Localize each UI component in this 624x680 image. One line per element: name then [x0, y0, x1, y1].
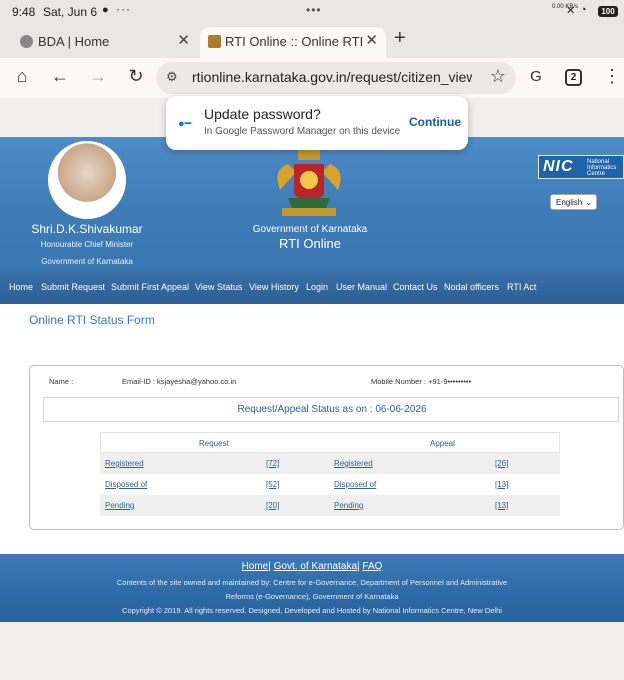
footer-copyright: Copyright © 2019. All rights reserved. D…	[122, 606, 502, 615]
tab-strip: BDA | Home ✕ RTI Online :: Online RTI In…	[0, 24, 624, 58]
appeal-registered-link[interactable]: Registered	[334, 459, 373, 468]
appeal-pending-link[interactable]: Pending	[334, 501, 363, 510]
system-status-bar: 9:48 Sat, Jun 6 ● ··· ••• 0.00 KB/s ✕ ◔ …	[0, 0, 624, 24]
continue-button[interactable]: Continue	[409, 115, 461, 129]
key-icon: ●━	[178, 118, 192, 130]
footer-link-govt[interactable]: Govt. of Karnataka	[274, 561, 357, 572]
request-pending-count[interactable]: [20]	[266, 501, 279, 510]
request-pending-link[interactable]: Pending	[105, 501, 134, 510]
chevron-down-icon: ⌄	[585, 198, 592, 207]
bda-favicon-icon	[20, 35, 33, 48]
nic-logo[interactable]: NIC National Informatics Centre	[538, 155, 624, 179]
reload-icon[interactable]: ↻	[124, 66, 148, 87]
table-row: Pending [20] Pending [13]	[100, 495, 560, 516]
karnataka-emblem-icon	[277, 150, 341, 216]
nav-submit-request[interactable]: Submit Request	[41, 282, 105, 292]
tab-bda-home[interactable]: BDA | Home ✕	[8, 27, 198, 58]
site-footer: Home| Govt. of Karnataka| FAQ Contents o…	[0, 554, 624, 622]
url-text[interactable]: rtionline.karnataka.gov.in/request/citiz…	[192, 69, 472, 85]
footer-link-faq[interactable]: FAQ	[362, 561, 382, 572]
status-heading: Request/Appeal Status as on : 06-06-2026	[237, 404, 427, 415]
nav-user-manual[interactable]: User Manual	[336, 282, 387, 292]
footer-ownership-line: Contents of the site owned and maintaine…	[116, 578, 508, 587]
cm-name: Shri.D.K.Shivakumar	[31, 222, 143, 236]
tab-rti-online[interactable]: RTI Online :: Online RTI Information Sys…	[200, 27, 386, 58]
appeal-disposed-count[interactable]: [13]	[495, 480, 508, 489]
request-registered-link[interactable]: Registered	[105, 459, 144, 468]
request-disposed-count[interactable]: [52]	[266, 480, 279, 489]
update-password-popup: ●━ Update password? In Google Password M…	[166, 96, 468, 150]
forward-arrow-icon[interactable]: →	[86, 66, 110, 87]
appeal-registered-count[interactable]: [26]	[495, 459, 508, 468]
more-notifications-icon: ···	[116, 2, 131, 16]
close-tab-icon[interactable]: ✕	[177, 27, 190, 55]
new-tab-icon[interactable]: +	[394, 27, 406, 50]
footer-link-home[interactable]: Home	[242, 561, 269, 572]
main-content: Online RTI Status Form Name : Email-ID :…	[0, 304, 624, 554]
footer-links: Home| Govt. of Karnataka| FAQ	[0, 561, 624, 572]
table-row: Registered [72] Registered [26]	[100, 453, 560, 474]
nav-home[interactable]: Home	[9, 282, 33, 292]
page-title: Online RTI Status Form	[29, 313, 155, 327]
language-select[interactable]: English ⌄	[550, 194, 597, 210]
bookmark-star-icon[interactable]: ☆	[490, 66, 506, 87]
tab-title: BDA | Home	[38, 34, 110, 49]
table-row: Disposed of [52] Disposed of [13]	[100, 474, 560, 495]
home-icon[interactable]: ⌂	[10, 66, 34, 87]
chief-minister-photo	[48, 141, 126, 219]
translate-icon[interactable]: G	[524, 68, 548, 85]
government-title: Government of Karnataka	[252, 224, 368, 235]
site-settings-icon[interactable]: ⚙	[166, 69, 178, 85]
nav-submit-first-appeal[interactable]: Submit First Appeal	[111, 282, 189, 292]
appeal-pending-count[interactable]: [13]	[495, 501, 508, 510]
main-nav: Home Submit Request Submit First Appeal …	[0, 271, 624, 304]
nav-login[interactable]: Login	[306, 282, 328, 292]
nic-logo-text: NIC	[543, 158, 574, 175]
popup-subtitle: In Google Password Manager on this devic…	[204, 126, 401, 137]
location-icon: ●	[102, 4, 109, 16]
status-heading-box: Request/Appeal Status as on : 06-06-2026	[43, 397, 619, 422]
nav-view-status[interactable]: View Status	[195, 282, 242, 292]
request-registered-count[interactable]: [72]	[266, 459, 279, 468]
cm-role: Honourable Chief Minister	[40, 240, 134, 249]
appeal-header: Appeal	[430, 439, 455, 448]
status-panel: Name : Email-ID : ksjayesha@yahoo.co.in …	[29, 365, 624, 530]
footer-separator: |	[357, 561, 360, 572]
email-value: Email-ID : ksjayesha@yahoo.co.in	[122, 377, 237, 386]
back-arrow-icon[interactable]: ←	[48, 66, 72, 87]
signal-icon: ✕	[566, 5, 576, 17]
site-title: RTI Online	[279, 236, 341, 251]
request-disposed-link[interactable]: Disposed of	[105, 480, 147, 489]
nav-rti-act[interactable]: RTI Act	[507, 282, 536, 292]
tab-switcher-button[interactable]: 2	[565, 69, 582, 86]
site-header: Shri.D.K.Shivakumar Honourable Chief Min…	[0, 137, 624, 271]
popup-title: Update password?	[204, 106, 321, 122]
appeal-disposed-link[interactable]: Disposed of	[334, 480, 376, 489]
language-value: English	[556, 198, 583, 207]
wifi-icon: ◔	[580, 4, 587, 16]
rti-favicon-icon	[208, 35, 221, 48]
multitasking-dots-icon[interactable]: •••	[306, 3, 322, 17]
battery-indicator: 100	[598, 6, 618, 17]
clock: 9:48	[12, 5, 36, 19]
address-bar[interactable]: ⚙ rtionline.karnataka.gov.in/request/cit…	[156, 62, 516, 94]
browser-toolbar: ⌂ ← → ↻ ⚙ rtionline.karnataka.gov.in/req…	[0, 58, 624, 98]
nav-view-history[interactable]: View History	[249, 282, 299, 292]
nav-nodal-officers[interactable]: Nodal officers	[444, 282, 499, 292]
footer-separator: |	[268, 561, 271, 572]
footer-ownership-line-2: Reforms (e-Governance), Government of Ka…	[225, 592, 399, 601]
request-header: Request	[199, 439, 229, 448]
nic-logo-subtext: National Informatics Centre	[587, 159, 617, 177]
close-tab-icon[interactable]: ✕	[365, 27, 378, 55]
cm-government: Government of Karnataka	[41, 257, 133, 266]
date: Sat, Jun 6	[43, 5, 98, 19]
tab-title: RTI Online :: Online RTI Information Sys…	[225, 34, 363, 49]
menu-kebab-icon[interactable]: ⋮	[600, 66, 624, 87]
name-label: Name :	[49, 377, 74, 386]
nav-contact-us[interactable]: Contact Us	[393, 282, 438, 292]
table-header: Request Appeal	[100, 432, 560, 453]
mobile-value: Mobile Number : +91-9•••••••••	[371, 377, 472, 386]
